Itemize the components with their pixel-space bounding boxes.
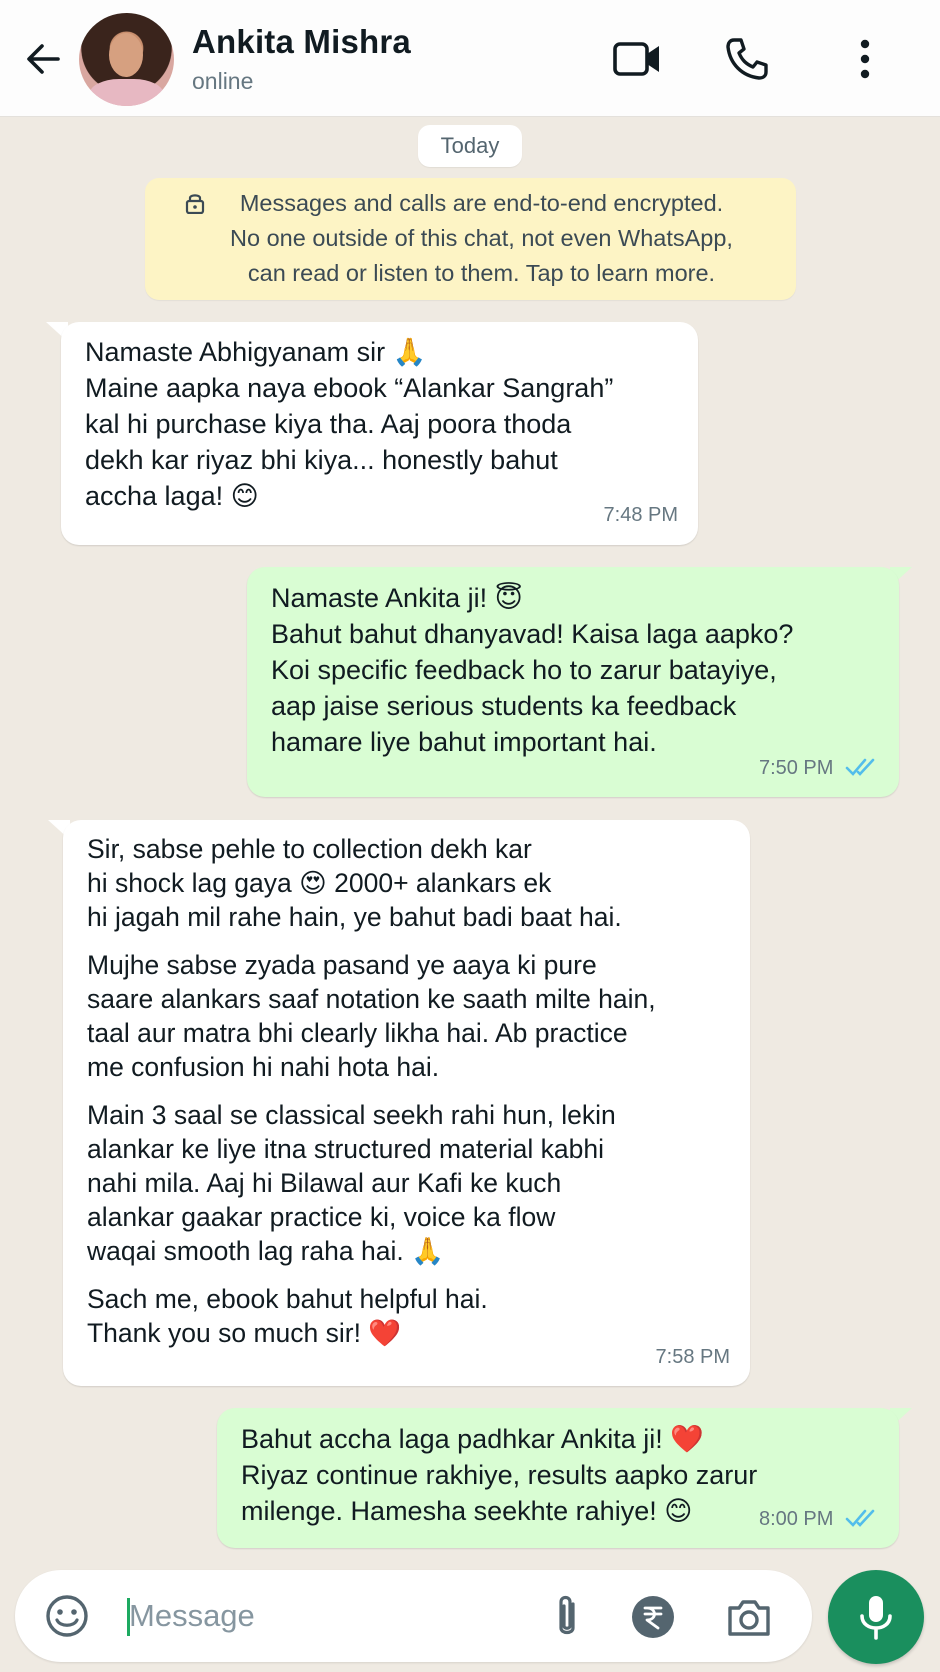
avatar-dress (89, 79, 164, 106)
back-arrow-icon[interactable] (22, 38, 64, 80)
chat-header: Ankita Mishra online (0, 0, 940, 117)
message-text: Namaste Ankita ji! 😇 Bahut bahut dhanyav… (271, 583, 794, 757)
message-paragraph: Main 3 saal se classical seekh rahi hun,… (87, 1100, 616, 1266)
rupee-payment-icon[interactable] (631, 1595, 675, 1639)
message-composer (15, 1570, 812, 1662)
more-options-icon[interactable] (850, 36, 880, 82)
contact-name[interactable]: Ankita Mishra (192, 23, 411, 61)
double-check-icon (845, 758, 875, 776)
message-text: Namaste Abhigyanam sir 🙏 Maine aapka nay… (85, 337, 614, 511)
message-meta: 8:00 PM (759, 1501, 879, 1537)
mic-icon (860, 1596, 892, 1640)
message-time: 7:50 PM (758, 757, 834, 779)
message-bubble-outgoing[interactable]: Namaste Ankita ji! 😇 Bahut bahut dhanyav… (247, 567, 899, 797)
attach-icon[interactable] (545, 1592, 589, 1642)
encryption-notice[interactable]: Messages and calls are end-to-end encryp… (145, 178, 796, 300)
message-paragraph: Mujhe sabse zyada pasand ye aaya ki pure… (87, 950, 656, 1082)
message-meta: 7:50 PM (759, 750, 879, 786)
date-separator: Today (418, 125, 522, 167)
message-bubble-incoming[interactable]: Namaste Abhigyanam sir 🙏 Maine aapka nay… (61, 322, 698, 545)
message-time: 7:48 PM (603, 504, 678, 526)
lock-icon (185, 194, 205, 214)
message-bubble-outgoing[interactable]: Bahut accha laga padhkar Ankita ji! ❤️ R… (217, 1408, 899, 1548)
avatar-face (109, 33, 143, 77)
voice-call-icon[interactable] (724, 36, 770, 82)
video-call-icon[interactable] (612, 38, 662, 80)
double-check-icon (845, 1509, 875, 1527)
message-time: 7:58 PM (655, 1346, 730, 1368)
emoji-icon[interactable] (43, 1592, 91, 1640)
avatar[interactable] (79, 13, 174, 106)
message-bubble-incoming[interactable]: Sir, sabse pehle to collection dekh kar … (63, 820, 750, 1386)
message-paragraph: Sir, sabse pehle to collection dekh kar … (87, 834, 622, 932)
encryption-text: Messages and calls are end-to-end encryp… (230, 190, 733, 286)
voice-message-button[interactable] (828, 1570, 924, 1664)
contact-status: online (192, 68, 254, 94)
message-input[interactable] (129, 1590, 509, 1642)
message-paragraph: Sach me, ebook bahut helpful hai. Thank … (87, 1284, 488, 1348)
camera-icon[interactable] (725, 1594, 773, 1640)
message-time: 8:00 PM (758, 1508, 834, 1530)
